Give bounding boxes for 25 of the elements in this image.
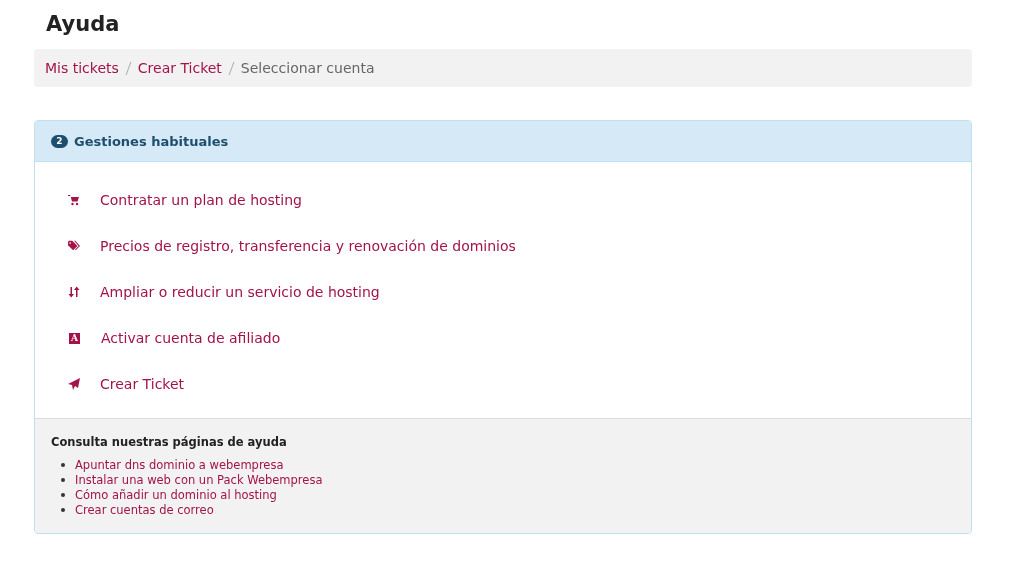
action-link[interactable]: Precios de registro, transferencia y renovación de dominios <box>100 238 516 254</box>
breadcrumb-link[interactable]: Mis tickets <box>45 60 119 76</box>
page-title: Ayuda <box>46 11 121 38</box>
step-badge: 2 <box>51 134 68 148</box>
letter-icon: A <box>69 332 80 344</box>
tags-icon <box>68 240 80 252</box>
breadcrumb-current: Seleccionar cuenta <box>240 60 375 76</box>
panel-title: Gestiones habituales <box>74 133 229 149</box>
help-link[interactable]: Instalar una web con un Pack Webempresa <box>75 472 323 487</box>
help-heading: Consulta nuestras páginas de ayuda <box>51 435 288 449</box>
help-link[interactable]: Crear cuentas de correo <box>75 502 214 517</box>
breadcrumb-link[interactable]: Crear Ticket <box>137 60 222 76</box>
help-link[interactable]: Cómo añadir un dominio al hosting <box>75 487 277 502</box>
action-link[interactable]: Crear Ticket <box>100 376 185 392</box>
action-link[interactable]: Ampliar o reducir un servicio de hosting <box>100 284 380 300</box>
action-link[interactable]: Activar cuenta de afiliado <box>101 330 281 346</box>
bullet-icon <box>61 492 65 497</box>
cart-icon <box>68 194 80 206</box>
paper-plane-icon <box>68 378 80 390</box>
help-link[interactable]: Apuntar dns dominio a webempresa <box>75 457 284 472</box>
sort-arrows-icon <box>68 286 80 298</box>
bullet-icon <box>61 507 65 512</box>
bullet-icon <box>61 462 65 467</box>
action-link[interactable]: Contratar un plan de hosting <box>100 192 302 208</box>
bullet-icon <box>61 477 65 482</box>
